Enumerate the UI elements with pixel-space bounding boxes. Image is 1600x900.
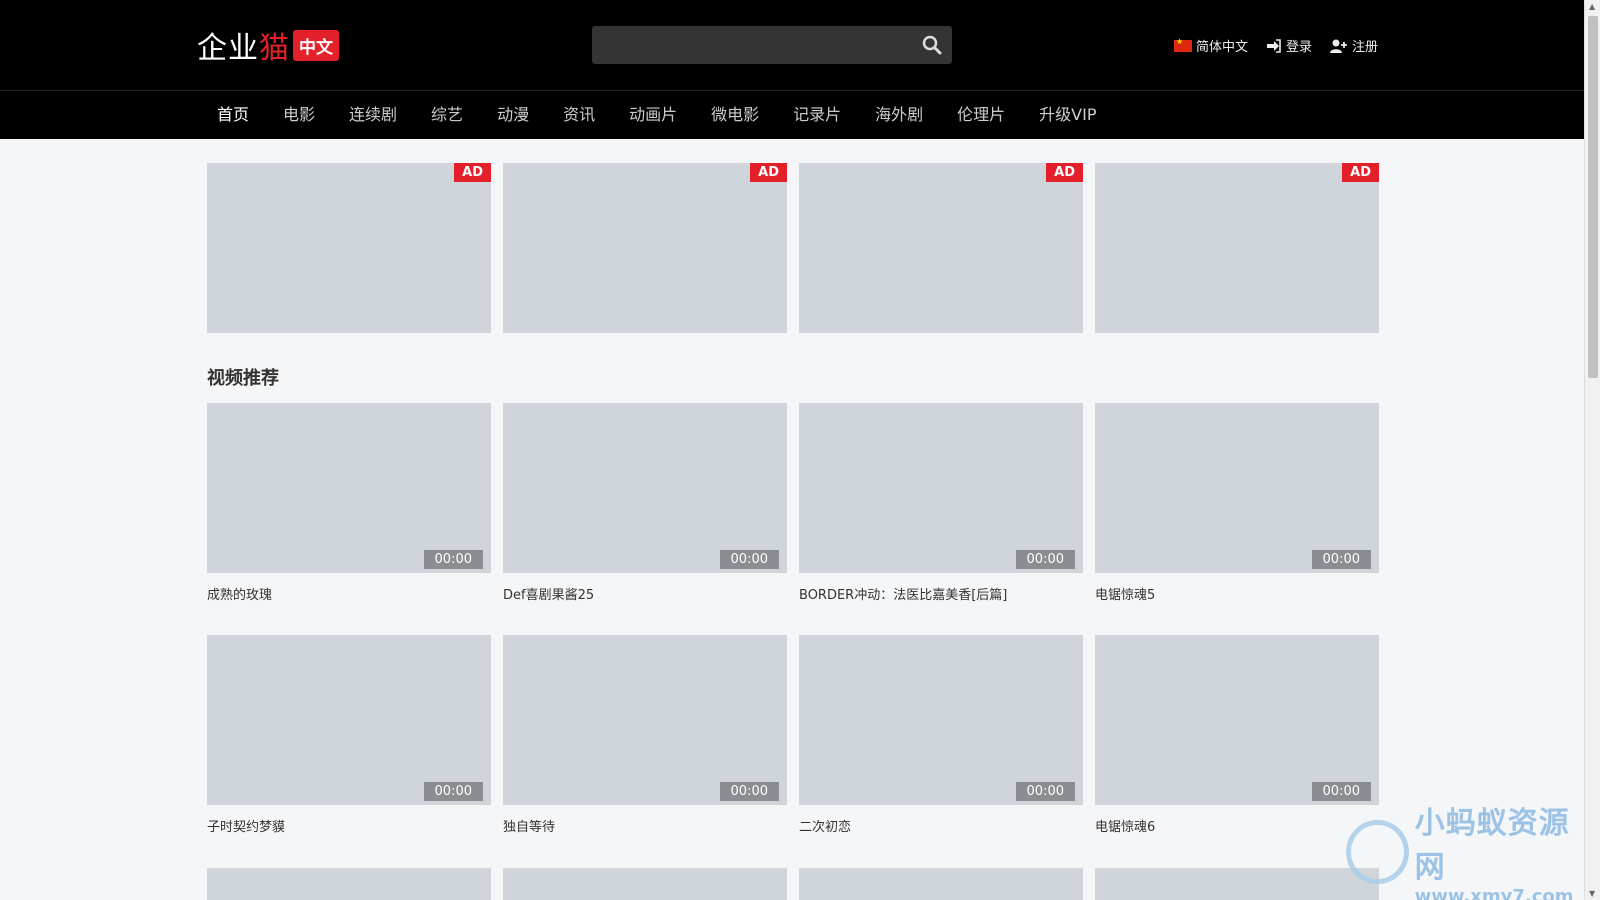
duration-badge: 00:00 xyxy=(1311,782,1371,801)
video-thumbnail[interactable] xyxy=(503,868,787,900)
video-thumbnail[interactable]: 00:00 xyxy=(503,635,787,805)
video-card[interactable]: 00:00 电锯惊魂6 xyxy=(1095,635,1379,867)
video-thumbnail[interactable]: 00:00 xyxy=(207,635,491,805)
search-box xyxy=(592,26,952,64)
video-card[interactable]: 00:00 独自等待 xyxy=(503,635,787,867)
scrollbar[interactable]: ▲ ▼ xyxy=(1584,0,1600,900)
ad-badge: AD xyxy=(750,163,787,182)
scroll-down-icon[interactable]: ▼ xyxy=(1589,889,1595,898)
section-title: 视频推荐 xyxy=(207,368,279,389)
video-thumbnail[interactable]: 00:00 xyxy=(503,403,787,573)
video-thumbnail[interactable] xyxy=(207,868,491,900)
ad-grid: AD AD AD AD xyxy=(207,163,1379,333)
nav-item[interactable]: 首页 xyxy=(200,91,266,140)
duration-badge: 00:00 xyxy=(423,550,483,569)
video-grid: 00:00 成熟的玫瑰 00:00 Def喜剧果酱25 00:00 BORDER冲动：法医… xyxy=(207,403,1379,867)
nav-item[interactable]: 动漫 xyxy=(480,91,546,140)
ad-badge: AD xyxy=(1342,163,1379,182)
user-plus-icon xyxy=(1329,39,1347,53)
site-logo[interactable]: 企业 猫 中文 xyxy=(197,25,339,66)
ad-banner[interactable]: AD xyxy=(799,163,1083,333)
video-thumbnail[interactable]: 00:00 xyxy=(1095,403,1379,573)
video-title[interactable]: 子时契约梦貘 xyxy=(207,816,491,835)
login-label: 登录 xyxy=(1285,40,1312,55)
logo-text: 企业 xyxy=(197,31,259,66)
ad-badge: AD xyxy=(454,163,491,182)
watermark-name: 小蚂蚁资源网 xyxy=(1414,805,1570,885)
login-link[interactable]: 登录 xyxy=(1266,36,1312,55)
duration-badge: 00:00 xyxy=(1015,550,1075,569)
ad-banner[interactable]: AD xyxy=(1095,163,1379,333)
video-row-partial xyxy=(207,868,1379,900)
duration-badge: 00:00 xyxy=(1311,550,1371,569)
video-title[interactable]: 电锯惊魂5 xyxy=(1095,584,1379,603)
main-nav: 首页 电影 连续剧 综艺 动漫 资讯 动画片 微电影 记录片 海外剧 伦理片 升级VIP xyxy=(0,90,1584,139)
duration-badge: 00:00 xyxy=(1015,782,1075,801)
sign-in-icon xyxy=(1266,38,1281,53)
video-title[interactable]: 独自等待 xyxy=(503,816,787,835)
video-card[interactable]: 00:00 二次初恋 xyxy=(799,635,1083,867)
watermark: 小蚂蚁资源网 www.xmy7.com xyxy=(1346,806,1596,900)
logo-accent-text: 猫 xyxy=(259,31,289,66)
ad-banner[interactable]: AD xyxy=(503,163,787,333)
duration-badge: 00:00 xyxy=(423,782,483,801)
video-title[interactable]: BORDER冲动：法医比嘉美香[后篇] xyxy=(799,584,1083,603)
nav-item[interactable]: 动画片 xyxy=(612,91,694,140)
video-title[interactable]: Def喜剧果酱25 xyxy=(503,584,787,603)
user-links: 简体中文 登录 注册 xyxy=(1173,36,1378,55)
nav-item[interactable]: 微电影 xyxy=(694,91,776,140)
video-thumbnail[interactable] xyxy=(799,868,1083,900)
register-link[interactable]: 注册 xyxy=(1329,36,1378,55)
search-input[interactable] xyxy=(592,26,892,64)
video-thumbnail[interactable]: 00:00 xyxy=(799,635,1083,805)
language-switch[interactable]: 简体中文 xyxy=(1173,36,1248,55)
nav-item[interactable]: 综艺 xyxy=(414,91,480,140)
ad-banner[interactable]: AD xyxy=(207,163,491,333)
video-card[interactable]: 00:00 BORDER冲动：法医比嘉美香[后篇] xyxy=(799,403,1083,635)
search-icon[interactable] xyxy=(922,35,942,55)
nav-item[interactable]: 连续剧 xyxy=(332,91,414,140)
duration-badge: 00:00 xyxy=(719,782,779,801)
nav-item[interactable]: 海外剧 xyxy=(858,91,940,140)
nav-item[interactable]: 伦理片 xyxy=(940,91,1022,140)
video-title[interactable]: 成熟的玫瑰 xyxy=(207,584,491,603)
video-card[interactable]: 00:00 电锯惊魂5 xyxy=(1095,403,1379,635)
scroll-thumb[interactable] xyxy=(1588,16,1598,378)
china-flag-icon xyxy=(1173,37,1192,52)
video-card[interactable]: 00:00 子时契约梦貘 xyxy=(207,635,491,867)
nav-list: 首页 电影 连续剧 综艺 动漫 资讯 动画片 微电影 记录片 海外剧 伦理片 升级VIP xyxy=(200,91,1114,140)
nav-item[interactable]: 资讯 xyxy=(546,91,612,140)
video-card[interactable]: 00:00 Def喜剧果酱25 xyxy=(503,403,787,635)
logo-badge: 中文 xyxy=(293,29,339,61)
video-thumbnail[interactable]: 00:00 xyxy=(207,403,491,573)
video-thumbnail[interactable] xyxy=(1095,868,1379,900)
language-label: 简体中文 xyxy=(1195,40,1248,55)
nav-item[interactable]: 记录片 xyxy=(776,91,858,140)
video-card[interactable]: 00:00 成熟的玫瑰 xyxy=(207,403,491,635)
video-title[interactable]: 二次初恋 xyxy=(799,816,1083,835)
ad-badge: AD xyxy=(1046,163,1083,182)
video-title[interactable]: 电锯惊魂6 xyxy=(1095,816,1379,835)
register-label: 注册 xyxy=(1351,40,1378,55)
duration-badge: 00:00 xyxy=(719,550,779,569)
watermark-logo-icon xyxy=(1346,820,1409,884)
nav-item[interactable]: 升级VIP xyxy=(1022,91,1113,140)
video-thumbnail[interactable]: 00:00 xyxy=(1095,635,1379,805)
watermark-url: www.xmy7.com xyxy=(1414,885,1574,900)
nav-item[interactable]: 电影 xyxy=(266,91,332,140)
video-thumbnail[interactable]: 00:00 xyxy=(799,403,1083,573)
top-header: 企业 猫 中文 简体中文 登录 注册 xyxy=(0,0,1584,90)
scroll-up-icon[interactable]: ▲ xyxy=(1589,2,1595,11)
